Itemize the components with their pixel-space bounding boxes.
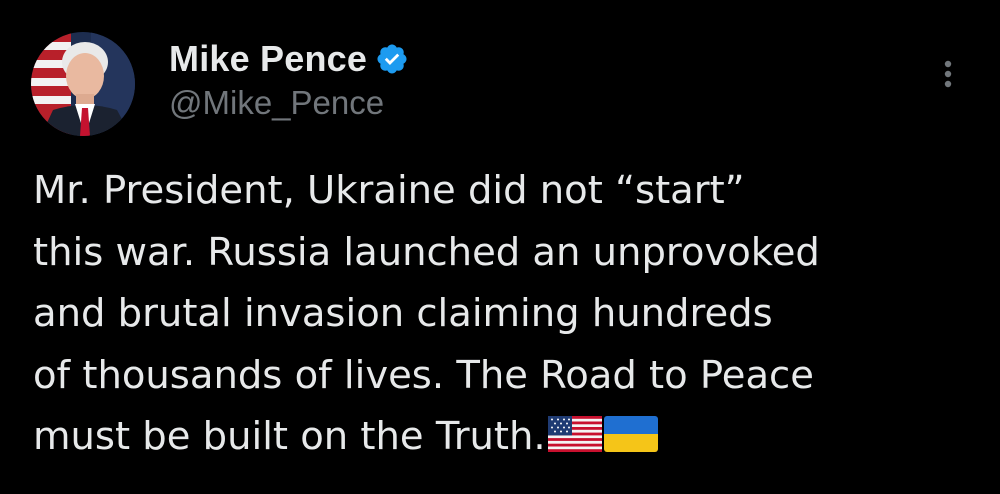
more-options-icon[interactable] — [936, 56, 960, 92]
tweet-text-line: must be built on the Truth. — [33, 414, 546, 459]
tweet-text-line: Mr. President, Ukraine did not “start” — [33, 168, 745, 213]
tweet-text-line: this war. Russia launched an unprovoked — [33, 229, 820, 275]
tweet-text-line: of thousands of lives. The Road to Peace — [33, 352, 814, 398]
handle[interactable]: @Mike_Pence — [169, 84, 409, 122]
tweet-text-line-last: must be built on the Truth. — [33, 406, 973, 471]
tweet-text-line: and brutal invasion claiming hundreds — [33, 291, 773, 336]
us-flag-icon — [547, 409, 602, 471]
ukraine-flag-icon — [603, 409, 658, 471]
avatar-image — [31, 32, 135, 136]
verified-badge-icon — [375, 42, 409, 76]
avatar[interactable] — [31, 32, 135, 136]
name-row: Mike Pence — [169, 34, 409, 84]
display-name[interactable]: Mike Pence — [169, 38, 367, 80]
tweet-text: Mr. President, Ukraine did not “start” t… — [33, 160, 973, 471]
tweet[interactable]: Mike Pence @Mike_Pence Mr. President, Uk… — [0, 0, 1000, 494]
author-info: Mike Pence @Mike_Pence — [169, 34, 409, 122]
